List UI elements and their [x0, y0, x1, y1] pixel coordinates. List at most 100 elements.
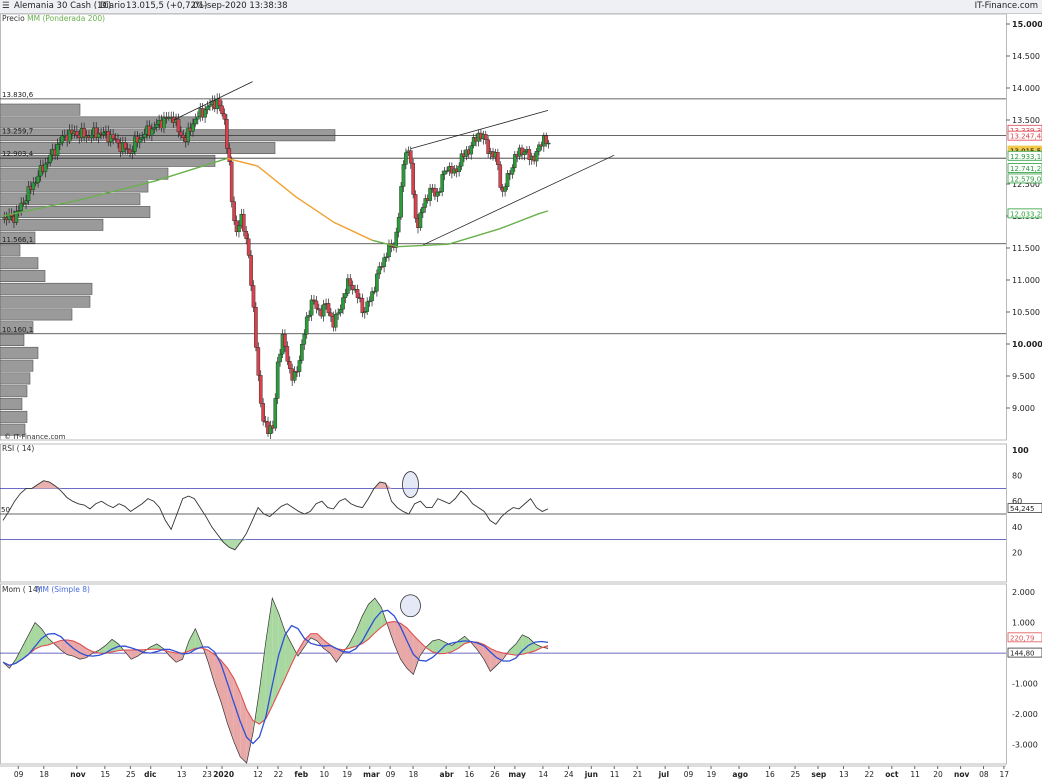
x-tick-label: 17 [1000, 770, 1010, 779]
x-tick-label: 09 [14, 770, 24, 779]
mom-last-badge-label: 144,80 [1010, 650, 1035, 658]
price-badge-label: 12.933,1 [1010, 153, 1041, 161]
price-tick-label: 13.500 [1012, 116, 1040, 125]
candle-body [544, 135, 549, 144]
price-tick-label: 9.500 [1012, 372, 1035, 381]
price-tick-label: 10.500 [1012, 308, 1040, 317]
x-tick-label: 09 [684, 770, 694, 779]
x-tick-label: 10 [320, 770, 330, 779]
volume-profile-bar [0, 282, 93, 295]
candle-body [256, 347, 261, 376]
x-tick-label: jul [658, 770, 669, 779]
candle-body [355, 289, 360, 298]
price-tick-label: 14.500 [1012, 52, 1040, 61]
candle-body [287, 361, 292, 369]
candle-body [546, 142, 551, 145]
x-tick-label: 09 [386, 770, 396, 779]
x-tick-label: 15 [100, 770, 110, 779]
x-tick-label: 13 [177, 770, 187, 779]
x-tick-label: 19 [342, 770, 352, 779]
price-badge-label: 13.247,4 [1010, 133, 1042, 141]
candle-body [396, 216, 401, 233]
candle-body [60, 135, 65, 144]
price-badge-label: 12.741,2 [1010, 165, 1041, 173]
volume-profile-bar [0, 244, 21, 257]
x-tick-label: 25 [126, 770, 136, 779]
candle-body [225, 119, 229, 149]
momentum-panel: 2.000 1.000 -1.000 -2.000 -3.000 220,79 144,80 [0, 583, 1042, 765]
rsi-last-label: 54,245 [1010, 505, 1035, 513]
candle-body [483, 134, 488, 141]
mom-fill-negative [227, 667, 234, 742]
x-tick-label: ago [732, 770, 748, 779]
candle-body [360, 297, 365, 314]
x-tick-label: 2020 [213, 770, 234, 779]
candle-body [130, 151, 135, 154]
x-tick-label: abr [440, 770, 454, 779]
candle-body [48, 154, 53, 163]
mom-fill-positive [272, 598, 279, 706]
candle-body [181, 134, 186, 138]
mom-fill-negative [221, 660, 228, 724]
candle-body [314, 300, 319, 309]
volume-profile-bar [0, 308, 73, 321]
candle-body [237, 225, 241, 233]
candle-body [196, 116, 200, 120]
x-tick-label: sep [811, 770, 827, 779]
rsi-tick-label: 40 [1012, 523, 1022, 532]
mom-tick-label: 2.000 [1012, 588, 1035, 597]
candle-body [326, 303, 331, 314]
x-tick-label: 25 [791, 770, 801, 779]
x-tick-label: 12 [253, 770, 263, 779]
volume-profile-bar [0, 385, 28, 398]
candle-body [300, 344, 304, 361]
candle-body [244, 231, 249, 239]
candle-body [401, 164, 406, 187]
price-tick-label: 9.000 [1012, 404, 1035, 413]
price-tick-label: 14.000 [1012, 84, 1040, 93]
x-tick-label: dic [144, 770, 156, 779]
candle-body [24, 200, 28, 204]
price-tick-label: 11.000 [1012, 276, 1040, 285]
candle-body [469, 145, 474, 155]
rsi-tick-label: 100 [1012, 446, 1029, 455]
candle-body [333, 313, 338, 328]
chart-canvas: 13.830,6 13.259,7 12.903,4 11.566,1 10.160,1… [0, 13, 1042, 779]
candle-body [249, 255, 253, 286]
x-tick-label: 23 [202, 770, 212, 779]
candle-body [317, 308, 321, 311]
volume-profile-bar [0, 334, 25, 346]
candle-body [89, 135, 94, 138]
candle-body [217, 98, 222, 107]
candle-body [123, 142, 128, 149]
candle-body [242, 213, 246, 232]
x-tick-label: feb [294, 770, 308, 779]
x-tick-label: 18 [39, 770, 49, 779]
x-tick-label: nov [954, 770, 969, 779]
x-tick-label: may [508, 770, 526, 779]
candle-body [150, 128, 154, 136]
candle-body [413, 194, 418, 219]
candle-body [329, 312, 333, 317]
candle-body [399, 186, 403, 218]
candle-body [222, 113, 227, 120]
ma200-line-orange [226, 157, 373, 241]
x-tick-label: jun [584, 770, 598, 779]
rsi-tick-label: 80 [1012, 472, 1022, 481]
candle-body [55, 144, 60, 156]
rsi-panel-frame [0, 443, 1007, 583]
mom-fill-positive [432, 639, 440, 654]
chart-window: { "header": { "instrument": "Alemania 30… [0, 0, 1042, 782]
candle-body [510, 167, 515, 175]
candle-body [302, 334, 307, 345]
mom-fill-positive [368, 598, 375, 640]
candle-body [304, 316, 309, 335]
candle-body [292, 371, 297, 381]
candle-body [365, 301, 369, 312]
candle-body [142, 133, 147, 138]
x-tick-label: 13 [839, 770, 849, 779]
volume-profile-bar [0, 372, 31, 385]
price-tick-label: 10.000 [1012, 340, 1042, 349]
trendline [410, 110, 549, 150]
support-label: 12.903,4 [2, 150, 34, 158]
